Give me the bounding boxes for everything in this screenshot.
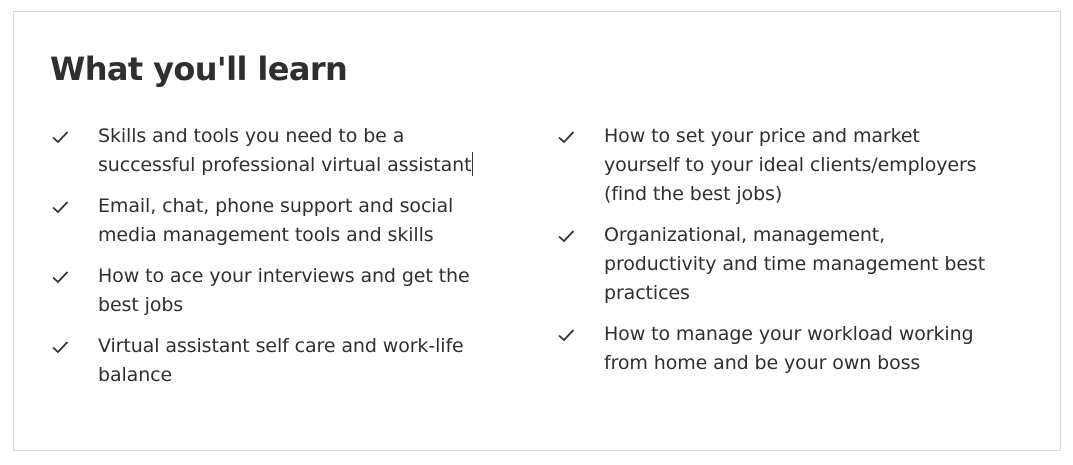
text-cursor (472, 152, 474, 176)
list-item-text: How to set your price and market yoursel… (604, 125, 977, 205)
list-item: Email, chat, phone support and social me… (50, 192, 480, 250)
check-icon (50, 332, 98, 361)
check-icon (50, 262, 98, 291)
list-item: How to set your price and market yoursel… (556, 122, 986, 209)
list-item-text: Skills and tools you need to be a succes… (98, 125, 474, 176)
list-item-text: How to manage your workload working from… (604, 323, 974, 374)
list-item: Virtual assistant self care and work-lif… (50, 332, 480, 390)
list-item-text: Virtual assistant self care and work-lif… (98, 335, 464, 386)
list-item-text: Email, chat, phone support and social me… (98, 195, 454, 246)
list-item: How to ace your interviews and get the b… (50, 262, 480, 320)
learn-list-right: How to set your price and market yoursel… (556, 122, 986, 390)
list-item-text: How to ace your interviews and get the b… (98, 265, 470, 316)
check-icon (556, 221, 604, 250)
list-item-text: Organizational, management, productivity… (604, 224, 986, 304)
list-item: How to manage your workload working from… (556, 320, 986, 378)
section-title: What you'll learn (50, 50, 348, 88)
check-icon (556, 320, 604, 349)
check-icon (556, 122, 604, 151)
learn-list-left: Skills and tools you need to be a succes… (50, 122, 480, 402)
check-icon (50, 192, 98, 221)
check-icon (50, 122, 98, 151)
list-item: Skills and tools you need to be a succes… (50, 122, 480, 180)
list-item: Organizational, management, productivity… (556, 221, 986, 308)
